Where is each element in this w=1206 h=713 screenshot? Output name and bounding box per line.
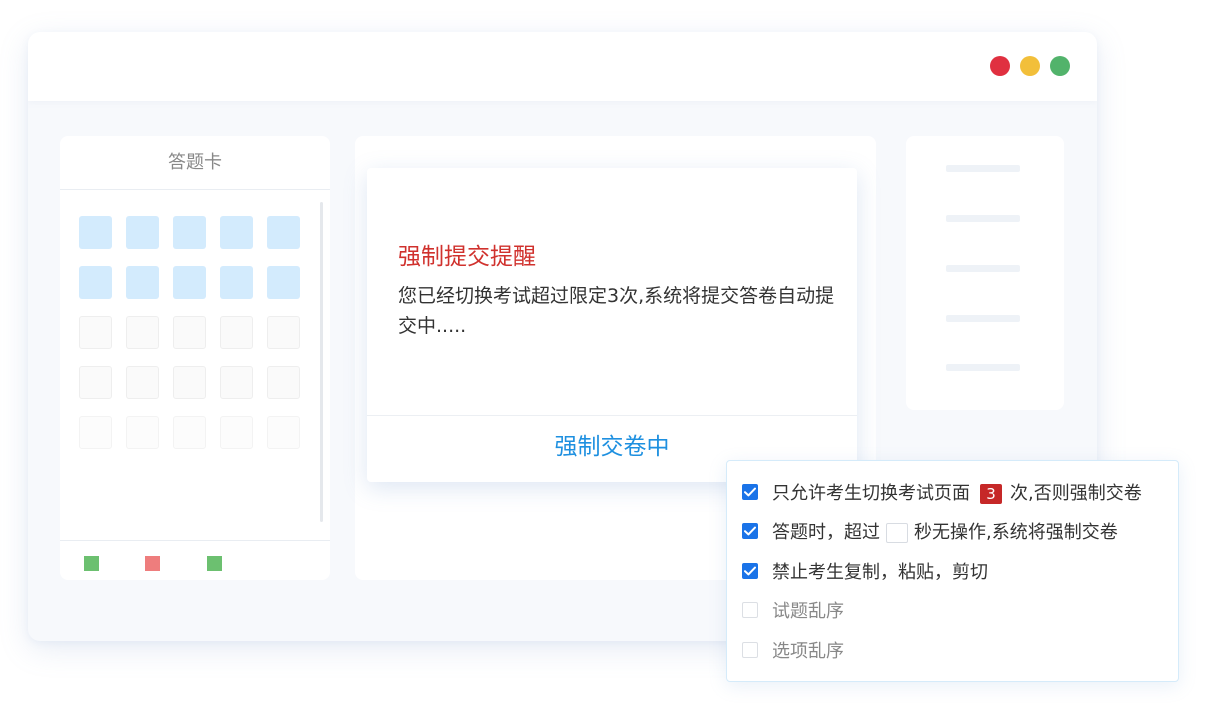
checkbox-shuffle-choices[interactable] bbox=[742, 642, 758, 658]
option-shuffle-questions[interactable]: 试题乱序 bbox=[742, 598, 844, 622]
answer-cell-unanswered[interactable] bbox=[220, 316, 253, 349]
option-disable-copy-label: 禁止考生复制，粘贴，剪切 bbox=[772, 562, 988, 583]
checkbox-idle-timeout[interactable] bbox=[742, 523, 758, 539]
close-window-dot[interactable] bbox=[990, 56, 1010, 76]
force-submit-dialog: 强制提交提醒 您已经切换考试超过限定3次,系统将提交答卷自动提交中..... 强… bbox=[367, 168, 857, 482]
option-idle-timeout[interactable]: 答题时，超过 秒无操作,系统将强制交卷 bbox=[742, 519, 1118, 543]
placeholder-line bbox=[946, 165, 1020, 172]
answer-cell-answered[interactable] bbox=[267, 216, 300, 249]
anti-cheat-settings: 只允许考生切换考试页面 3 次,否则强制交卷 答题时，超过 秒无操作,系统将强制交卷 … bbox=[726, 460, 1179, 682]
placeholder-line bbox=[946, 364, 1020, 371]
answer-cell-answered[interactable] bbox=[220, 266, 253, 299]
answer-cell-unanswered[interactable] bbox=[267, 316, 300, 349]
answer-cell-answered[interactable] bbox=[126, 266, 159, 299]
answer-card-panel: 答题卡 bbox=[60, 136, 330, 580]
legend-swatch-answered bbox=[84, 556, 99, 571]
answer-card-legend bbox=[60, 540, 330, 580]
answer-card-title: 答题卡 bbox=[60, 136, 330, 190]
checkbox-shuffle-questions[interactable] bbox=[742, 602, 758, 618]
idle-seconds-input[interactable] bbox=[886, 523, 908, 543]
option-shuffle-questions-label: 试题乱序 bbox=[772, 601, 844, 622]
answer-cell-unanswered[interactable] bbox=[267, 416, 300, 449]
checkmark-icon bbox=[744, 487, 756, 497]
option-shuffle-choices[interactable]: 选项乱序 bbox=[742, 638, 844, 662]
option-shuffle-choices-label: 选项乱序 bbox=[772, 641, 844, 662]
checkbox-switch-limit[interactable] bbox=[742, 484, 758, 500]
answer-cell-answered[interactable] bbox=[79, 216, 112, 249]
dialog-title: 强制提交提醒 bbox=[398, 244, 536, 270]
answer-cell-answered[interactable] bbox=[220, 216, 253, 249]
checkmark-icon bbox=[744, 566, 756, 576]
answer-cell-unanswered[interactable] bbox=[173, 366, 206, 399]
answer-cell-answered[interactable] bbox=[173, 216, 206, 249]
option-switch-limit-label: 只允许考生切换考试页面 bbox=[772, 483, 970, 504]
answer-cell-unanswered[interactable] bbox=[79, 366, 112, 399]
answer-grid bbox=[79, 216, 301, 449]
answer-cell-answered[interactable] bbox=[173, 266, 206, 299]
side-panel bbox=[906, 136, 1064, 410]
legend-swatch-marked bbox=[207, 556, 222, 571]
placeholder-line bbox=[946, 315, 1020, 322]
answer-cell-unanswered[interactable] bbox=[173, 416, 206, 449]
option-idle-timeout-label: 答题时，超过 bbox=[772, 522, 880, 543]
answer-cell-answered[interactable] bbox=[79, 266, 112, 299]
answer-cell-unanswered[interactable] bbox=[220, 366, 253, 399]
answer-cell-unanswered[interactable] bbox=[79, 416, 112, 449]
answer-cell-answered[interactable] bbox=[126, 216, 159, 249]
checkmark-icon bbox=[744, 526, 756, 536]
answer-cell-answered[interactable] bbox=[267, 266, 300, 299]
legend-swatch-wrong bbox=[145, 556, 160, 571]
placeholder-line bbox=[946, 215, 1020, 222]
option-switch-limit-suffix: 次,否则强制交卷 bbox=[1010, 483, 1142, 504]
placeholder-line bbox=[946, 265, 1020, 272]
option-switch-limit[interactable]: 只允许考生切换考试页面 3 次,否则强制交卷 bbox=[742, 480, 1142, 504]
checkbox-disable-copy[interactable] bbox=[742, 563, 758, 579]
switch-count-input[interactable]: 3 bbox=[980, 484, 1002, 504]
answer-cell-unanswered[interactable] bbox=[220, 416, 253, 449]
answer-cell-unanswered[interactable] bbox=[173, 316, 206, 349]
maximize-window-dot[interactable] bbox=[1050, 56, 1070, 76]
option-idle-timeout-suffix: 秒无操作,系统将强制交卷 bbox=[914, 522, 1118, 543]
answer-cell-unanswered[interactable] bbox=[126, 366, 159, 399]
answer-cell-unanswered[interactable] bbox=[79, 316, 112, 349]
answer-cell-unanswered[interactable] bbox=[126, 316, 159, 349]
dialog-message: 您已经切换考试超过限定3次,系统将提交答卷自动提交中..... bbox=[398, 285, 835, 337]
answer-cell-unanswered[interactable] bbox=[126, 416, 159, 449]
window-titlebar bbox=[28, 32, 1097, 101]
answer-cell-unanswered[interactable] bbox=[267, 366, 300, 399]
minimize-window-dot[interactable] bbox=[1020, 56, 1040, 76]
option-disable-copy[interactable]: 禁止考生复制，粘贴，剪切 bbox=[742, 559, 988, 583]
answer-card-scrollbar[interactable] bbox=[320, 202, 323, 522]
